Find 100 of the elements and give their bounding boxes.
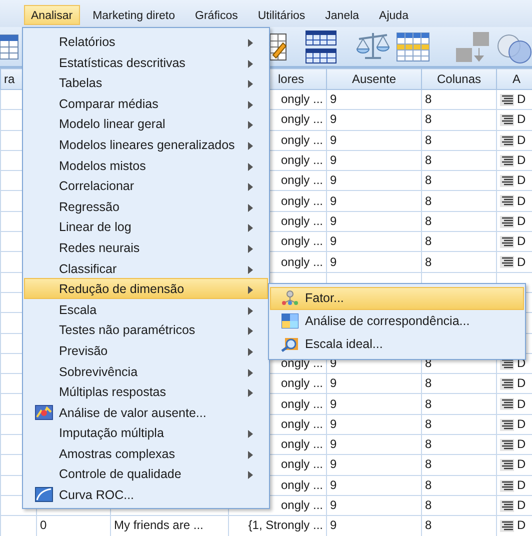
align-icon [500, 175, 514, 188]
table-cell: 8 [425, 498, 432, 512]
submenu-arrow-icon [248, 266, 253, 274]
table-cell: 9 [330, 518, 337, 532]
menu-bar-item[interactable]: Gráficos [188, 5, 245, 25]
menu-item[interactable]: Redes neurais [24, 236, 268, 258]
menu-bar-item[interactable]: Analisar [24, 5, 80, 25]
submenu-arrow-icon [248, 430, 253, 438]
submenu-arrow-icon [248, 327, 253, 336]
menu-item[interactable]: Múltiplas respostas [24, 381, 268, 402]
table-cell: ongly ... [280, 254, 323, 269]
menu-item[interactable]: Amostras complexas [24, 442, 268, 464]
table-cell: D [517, 437, 526, 452]
menu-bar-item[interactable]: Janela [318, 5, 366, 25]
venn-icon[interactable] [495, 34, 532, 64]
table-cell: 9 [330, 132, 337, 147]
table-cell: D [517, 173, 526, 188]
align-icon [500, 216, 514, 228]
column-header: A [496, 68, 532, 90]
align-icon [500, 480, 514, 492]
menu-item[interactable]: Correlacionar [24, 175, 268, 196]
submenu-arrow-icon [248, 39, 253, 47]
menu-item[interactable]: Sobrevivência [24, 360, 268, 382]
table-cell: D [517, 153, 526, 168]
table-cell: ongly ... [280, 92, 323, 106]
edit-table-icon[interactable] [270, 33, 288, 61]
menu-item[interactable]: Regressão [24, 196, 268, 216]
menu-item[interactable]: Escala [24, 298, 268, 320]
menu-item[interactable]: Análise de valor ausente... [24, 402, 268, 422]
table-cell: ongly ... [280, 234, 323, 248]
menu-item[interactable]: Controle de qualidade [24, 463, 268, 484]
align-icon [500, 520, 514, 532]
menu-item[interactable]: Linear de log [24, 216, 268, 237]
menu-item[interactable]: Redução de dimensão [24, 278, 268, 299]
submenu-arrow-icon [248, 100, 253, 109]
column-header: Colunas [422, 68, 496, 90]
table-cell: D [517, 396, 526, 411]
table-icon[interactable] [396, 32, 430, 62]
menu-item[interactable]: Comparar médias [24, 92, 268, 114]
table-cell: 9 [330, 478, 337, 492]
table-cell: ongly ... [280, 194, 323, 208]
submenu-arrow-icon [248, 80, 253, 88]
align-icon [500, 439, 514, 452]
table-cell: D [517, 194, 526, 208]
menu-item[interactable]: Modelos lineares generalizados [24, 134, 268, 155]
table-cell: D [517, 254, 526, 269]
submenu-arrow-icon [248, 306, 253, 315]
table-cell: 8 [425, 214, 432, 228]
menu-bar-item[interactable]: Ajuda [372, 5, 416, 25]
table-cell: 8 [425, 437, 432, 452]
table-cell: ongly ... [280, 457, 323, 472]
menu-item[interactable]: Classificar [24, 258, 268, 278]
align-icon [500, 134, 514, 147]
column-header: Ausente [326, 68, 422, 90]
menu-item[interactable]: Testes não paramétricos [24, 319, 268, 340]
align-icon [500, 378, 514, 390]
submenu-arrow-icon [248, 450, 253, 459]
menu-item[interactable]: Imputação múltipla [24, 422, 268, 443]
table-cell: ongly ... [280, 396, 323, 411]
table-cell: D [517, 112, 526, 126]
table-cell: D [517, 214, 526, 228]
menu-item[interactable]: Fator... [270, 287, 524, 310]
menu-item[interactable]: Previsão [24, 340, 268, 360]
menu-item[interactable]: Análise de correspondência... [270, 310, 524, 333]
table-cell: 9 [330, 396, 337, 411]
table-cell: 8 [425, 376, 432, 390]
table-cell: 8 [425, 112, 432, 126]
menu-bar-item[interactable]: Marketing direto [86, 5, 182, 25]
menu-item[interactable]: Modelo linear geral [24, 113, 268, 134]
table-cell: 8 [425, 416, 432, 431]
menu-item[interactable]: Escala ideal... [270, 333, 524, 356]
table-cell: 8 [425, 457, 432, 472]
submenu-arrow-icon [248, 162, 253, 171]
table-cell: My friends are ... [114, 518, 204, 532]
table-cell: ongly ... [280, 478, 323, 492]
table-cell: D [517, 234, 526, 248]
table-cell: 8 [425, 518, 432, 532]
submenu-arrow-icon [248, 348, 253, 356]
table-cell: D [517, 376, 526, 390]
align-icon [500, 154, 514, 167]
menu-item[interactable]: Relatórios [24, 31, 268, 52]
submenu-arrow-icon [248, 183, 253, 192]
align-icon [500, 500, 514, 512]
scale-icon[interactable] [355, 31, 391, 61]
table-cell: 8 [425, 153, 432, 168]
toolbar-icon[interactable] [0, 33, 20, 61]
table-cell: D [517, 518, 526, 532]
submenu-arrow-icon [248, 244, 253, 253]
align-icon [500, 236, 514, 248]
table-icon[interactable] [305, 30, 337, 64]
table-cell: 8 [425, 92, 432, 106]
menu-bar-item[interactable]: Utilitários [250, 5, 312, 25]
table-cell: 8 [425, 254, 432, 269]
menu-item[interactable]: Modelos mistos [24, 154, 268, 176]
table-cell: ongly ... [280, 132, 323, 147]
chart-icon [35, 404, 53, 420]
menu-item[interactable]: Curva ROC... [24, 484, 268, 505]
swap-icon[interactable] [455, 31, 491, 63]
submenu-arrow-icon [248, 286, 253, 294]
submenu-arrow-icon [248, 204, 253, 212]
